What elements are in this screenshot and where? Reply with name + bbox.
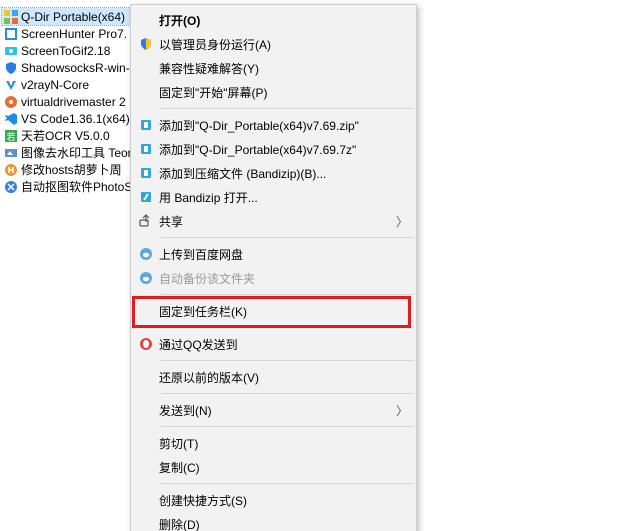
shadowsocksr-icon	[4, 61, 18, 75]
menu-separator	[161, 327, 414, 328]
shield-icon	[133, 36, 159, 52]
menu-separator	[161, 237, 414, 238]
menu-item[interactable]: 固定到"开始"屏幕(P)	[131, 80, 416, 104]
file-label: ScreenHunter Pro7.	[21, 27, 127, 41]
menu-item-label: 添加到压缩文件 (Bandizip)(B)...	[159, 165, 408, 182]
menu-item-label: 还原以前的版本(V)	[159, 369, 408, 386]
bz-open-icon	[133, 189, 159, 205]
menu-item[interactable]: 兼容性疑难解答(Y)	[131, 56, 416, 80]
bz-icon	[133, 117, 159, 133]
file-label: ShadowsocksR-win-	[21, 61, 130, 75]
menu-separator	[161, 483, 414, 484]
file-label: ScreenToGif2.18	[21, 44, 110, 58]
menu-item[interactable]: 以管理员身份运行(A)	[131, 32, 416, 56]
menu-item[interactable]: 上传到百度网盘	[131, 242, 416, 266]
baidu-icon	[133, 270, 159, 286]
bz-icon	[133, 141, 159, 157]
file-label: 图像去水印工具 Teor	[21, 144, 132, 161]
file-label: 修改hosts胡萝卜周	[21, 161, 122, 178]
menu-item[interactable]: 添加到"Q-Dir_Portable(x64)v7.69.7z"	[131, 137, 416, 161]
menu-separator	[161, 426, 414, 427]
menu-item-label: 固定到"开始"屏幕(P)	[159, 84, 408, 101]
photoscissors-icon	[4, 180, 18, 194]
menu-item[interactable]: 打开(O)	[131, 8, 416, 32]
file-label: 天若OCR V5.0.0	[21, 127, 110, 144]
menu-item[interactable]: 共享〉	[131, 209, 416, 233]
menu-separator	[161, 393, 414, 394]
menu-item: 自动备份该文件夹	[131, 266, 416, 290]
menu-item-label: 自动备份该文件夹	[159, 270, 408, 287]
menu-item-label: 打开(O)	[159, 12, 408, 29]
menu-item-label: 添加到"Q-Dir_Portable(x64)v7.69.zip"	[159, 117, 408, 134]
svg-text:若: 若	[6, 131, 15, 142]
submenu-arrow-icon: 〉	[396, 213, 408, 230]
menu-item-label: 复制(C)	[159, 459, 408, 476]
file-label: virtualdrivemaster 2	[21, 95, 126, 109]
menu-item-label: 兼容性疑难解答(Y)	[159, 60, 408, 77]
menu-item-label: 剪切(T)	[159, 435, 408, 452]
menu-item[interactable]: 创建快捷方式(S)	[131, 488, 416, 512]
menu-item[interactable]: 用 Bandizip 打开...	[131, 185, 416, 209]
watermark-icon	[4, 146, 18, 160]
v2rayn-icon	[4, 78, 18, 92]
menu-separator	[161, 360, 414, 361]
baidu-icon	[133, 246, 159, 262]
menu-item-label: 以管理员身份运行(A)	[159, 36, 408, 53]
share-icon	[133, 213, 159, 229]
vscode-icon	[4, 112, 18, 126]
menu-separator	[161, 108, 414, 109]
menu-item[interactable]: 还原以前的版本(V)	[131, 365, 416, 389]
qdir-icon	[4, 10, 18, 24]
qq-icon	[133, 336, 159, 352]
menu-item-label: 上传到百度网盘	[159, 246, 408, 263]
menu-item[interactable]: 添加到"Q-Dir_Portable(x64)v7.69.zip"	[131, 113, 416, 137]
menu-item-label: 发送到(N)	[159, 402, 390, 419]
menu-item-label: 用 Bandizip 打开...	[159, 189, 408, 206]
menu-item-label: 添加到"Q-Dir_Portable(x64)v7.69.7z"	[159, 141, 408, 158]
file-label: 自动抠图软件PhotoS	[21, 178, 132, 195]
menu-item-label: 创建快捷方式(S)	[159, 492, 408, 509]
menu-separator	[161, 294, 414, 295]
menu-item-label: 共享	[159, 213, 390, 230]
menu-item[interactable]: 复制(C)	[131, 455, 416, 479]
context-menu: 打开(O) 以管理员身份运行(A) 兼容性疑难解答(Y) 固定到"开始"屏幕(P) 添加…	[130, 4, 417, 531]
menu-item[interactable]: 删除(D)	[131, 512, 416, 531]
menu-item-label: 固定到任务栏(K)	[159, 303, 408, 320]
file-label: VS Code1.36.1(x64)	[21, 112, 130, 126]
menu-item[interactable]: 固定到任务栏(K)	[131, 299, 416, 323]
screenhunter-icon	[4, 27, 18, 41]
file-label: v2rayN-Core	[21, 78, 89, 92]
screentogif-icon	[4, 44, 18, 58]
menu-item[interactable]: 发送到(N) 〉	[131, 398, 416, 422]
menu-item-label: 通过QQ发送到	[159, 336, 408, 353]
menu-item[interactable]: 通过QQ发送到	[131, 332, 416, 356]
menu-item-label: 删除(D)	[159, 516, 408, 531]
submenu-arrow-icon: 〉	[396, 402, 408, 419]
file-label: Q-Dir Portable(x64)	[21, 10, 125, 24]
menu-item[interactable]: 添加到压缩文件 (Bandizip)(B)...	[131, 161, 416, 185]
bz-icon	[133, 165, 159, 181]
virtualdrive-icon	[4, 95, 18, 109]
ocr-icon: 若	[4, 129, 18, 143]
hosts-icon	[4, 163, 18, 177]
menu-item[interactable]: 剪切(T)	[131, 431, 416, 455]
